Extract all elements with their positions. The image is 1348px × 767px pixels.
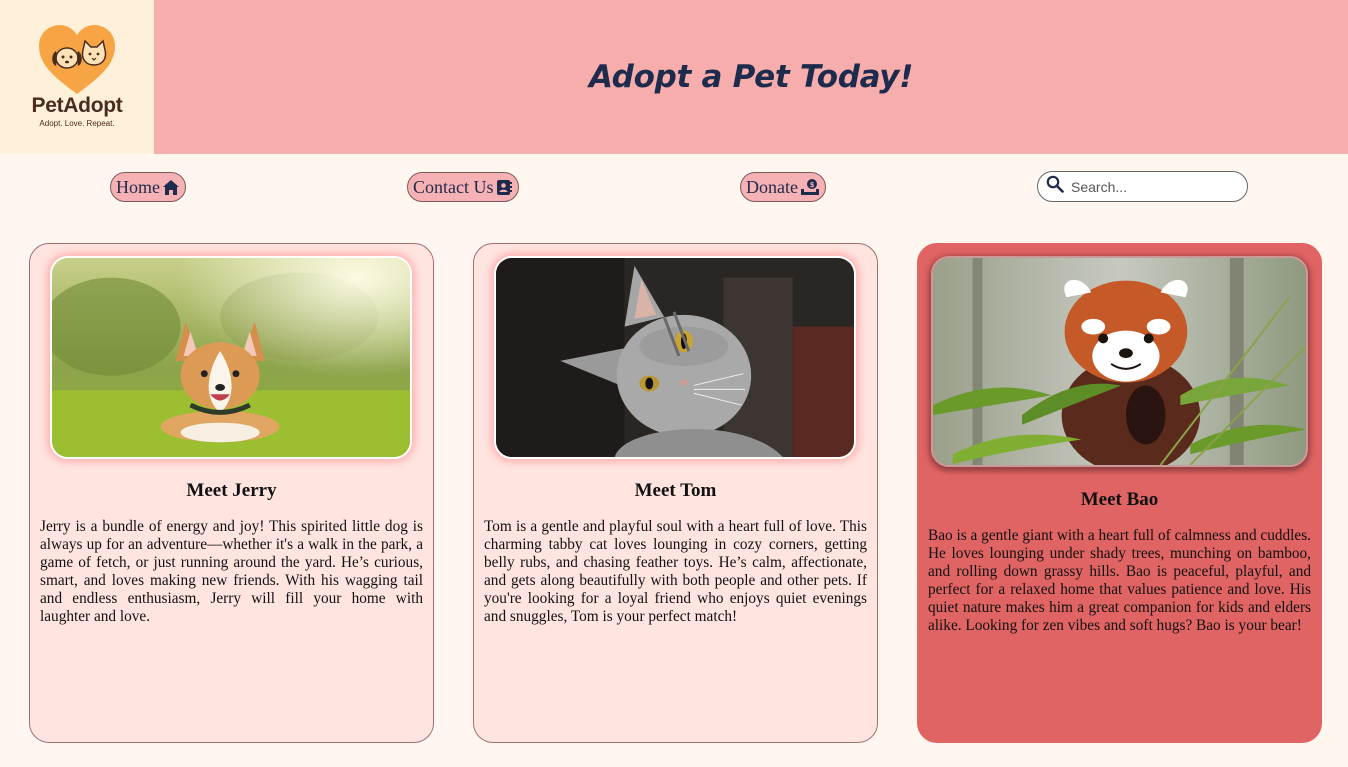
donate-hand-coin-icon: $ [800,178,820,196]
logo-tagline: Adopt. Love. Repeat. [39,119,115,128]
card-title: Meet Tom [634,480,717,501]
pet-card-bao[interactable]: Meet Bao Bao is a gentle giant with a he… [917,243,1322,743]
search-input[interactable] [1069,177,1233,196]
logo: PetAdopt Adopt. Love. Repeat. [0,0,154,154]
header-banner: Adopt a Pet Today! [154,0,1348,154]
contact-us-button[interactable]: Contact Us [407,172,519,202]
search-icon [1046,175,1064,198]
pet-card-jerry[interactable]: Meet Jerry Jerry is a bundle of energy a… [29,243,434,743]
pet-card-tom[interactable]: Meet Tom Tom is a gentle and playful sou… [473,243,878,743]
pet-heart-logo-icon [39,25,115,94]
card-description: Bao is a gentle giant with a heart full … [928,527,1311,634]
donate-label: Donate [746,176,798,197]
svg-text:$: $ [810,181,815,189]
logo-name: PetAdopt [31,94,123,117]
card-title: Meet Jerry [186,480,277,501]
contact-book-icon [496,179,513,196]
card-description: Tom is a gentle and playful soul with a … [484,518,867,625]
bao-photo [931,256,1308,467]
card-title: Meet Bao [1080,489,1159,510]
home-button[interactable]: Home [110,172,186,202]
jerry-photo [50,256,412,459]
card-description: Jerry is a bundle of energy and joy! Thi… [40,518,423,625]
home-icon [162,179,180,196]
contact-us-label: Contact Us [413,176,494,197]
tom-photo [494,256,856,459]
donate-button[interactable]: Donate $ [740,172,826,202]
home-label: Home [116,176,160,197]
page-title: Adopt a Pet Today! [588,59,914,95]
search-box[interactable] [1037,171,1248,202]
